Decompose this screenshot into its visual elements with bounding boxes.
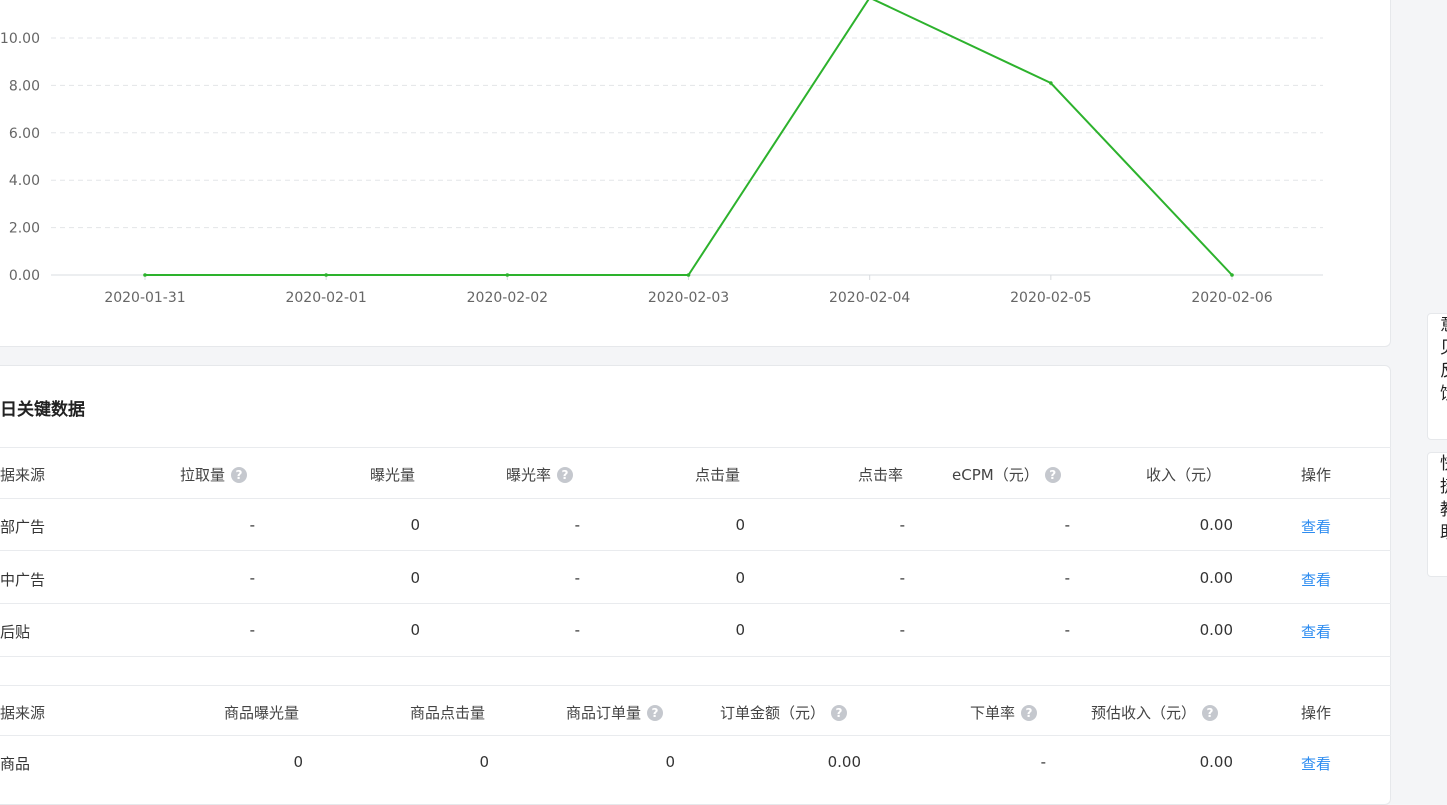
row-divider (0, 550, 1391, 551)
side-tab-char: 教 (1440, 499, 1447, 522)
y-tick-label: 2.00 (9, 221, 40, 237)
col-click-rate-header: 点击率 (857, 466, 903, 484)
table-cell-click-rate: - (899, 516, 905, 534)
table-cell-exposure: 0 (410, 568, 420, 587)
table-cell-goods-orders: 0 (665, 753, 675, 771)
table-cell-source: 后贴 (0, 623, 31, 641)
table-cell-revenue: 0.00 (1199, 568, 1233, 587)
side-tab-char: 意 (1440, 314, 1447, 337)
x-tick-label: 2020-02-06 (1191, 290, 1272, 306)
col-clicks-header: 点击量 (694, 466, 740, 484)
row-divider (0, 498, 1391, 499)
trend-line-chart: 0.00 2.00 4.00 6.00 8.00 10.00 2020-01-31 2020-… (0, 0, 1323, 306)
table-cell-exposure: 0 (410, 621, 420, 639)
col-goods-orders-header: 商品订单量? (566, 702, 664, 723)
table-cell-exposure-rate: - (574, 621, 580, 639)
y-tick-label: 6.00 (9, 126, 40, 142)
data-point (143, 273, 147, 277)
table-cell-est-revenue: 0.00 (1199, 753, 1233, 771)
data-point (324, 273, 328, 277)
series-line (145, 0, 1233, 276)
table-cell-pull: - (249, 568, 255, 587)
col-order-amount-header: 订单金额（元）? (720, 702, 848, 723)
help-icon[interactable]: ? (1044, 467, 1061, 483)
help-icon[interactable]: ? (647, 705, 664, 721)
table-cell-clicks: 0 (735, 516, 745, 534)
col-ecpm-header: eCPM（元）? (952, 464, 1061, 485)
table-cell-source: 商品 (0, 755, 31, 773)
table-cell-order-amount: 0.00 (827, 753, 861, 771)
row-divider (0, 602, 1391, 604)
table-cell-goods-clicks: 0 (479, 753, 489, 771)
feedback-side-tab[interactable]: 意见反馈 (1427, 313, 1447, 440)
side-tab-char: 反 (1440, 360, 1447, 383)
col-est-revenue-header: 预估收入（元）? (1091, 702, 1219, 723)
table-cell-pull: - (249, 621, 255, 639)
y-tick-label: 0.00 (9, 268, 40, 284)
y-tick-label: 10.00 (0, 31, 40, 47)
x-tick-label: 2020-01-31 (104, 290, 185, 306)
table-cell-ecpm: - (1064, 621, 1070, 639)
x-tick-label: 2020-02-04 (829, 290, 910, 306)
view-link[interactable]: 查看 (1301, 516, 1331, 537)
x-tick-label: 2020-02-02 (467, 290, 548, 306)
table-cell-goods-exposure: 0 (293, 753, 303, 771)
data-point (505, 273, 510, 277)
help-icon[interactable]: ? (831, 705, 848, 721)
table-cell-ecpm: - (1064, 568, 1070, 587)
x-tick-label: 2020-02-05 (1010, 290, 1091, 306)
col-exposure-rate-header: 曝光率? (506, 464, 574, 485)
table-cell-ecpm: - (1064, 516, 1070, 534)
table-cell-revenue: 0.00 (1199, 516, 1233, 534)
trend-chart-card: 0.00 2.00 4.00 6.00 8.00 10.00 2020-01-31 2020-… (0, 0, 1391, 347)
x-tick-label: 2020-02-01 (285, 290, 366, 306)
table-cell-pull: - (249, 516, 255, 534)
col-action-header: 操作 (1301, 466, 1332, 484)
col-source-header: 据来源 (0, 466, 46, 484)
data-point (1049, 81, 1053, 85)
help-icon[interactable]: ? (1021, 705, 1038, 721)
col-exposure-header: 曝光量 (369, 466, 415, 484)
table-cell-order-rate: - (1040, 753, 1046, 771)
side-tab-char: 见 (1440, 337, 1447, 360)
side-tab-char: 助 (1440, 522, 1447, 545)
col-action-header: 操作 (1301, 704, 1332, 722)
row-divider (0, 735, 1391, 736)
table-divider (0, 685, 1391, 686)
table-cell-exposure-rate: - (574, 568, 580, 587)
col-goods-clicks-header: 商品点击量 (409, 704, 485, 722)
col-order-rate-header: 下单率? (970, 702, 1038, 723)
table-cell-exposure: 0 (410, 516, 420, 534)
table-cell-source: 部广告 (0, 518, 46, 536)
view-link[interactable]: 查看 (1301, 621, 1331, 642)
data-point (686, 273, 691, 277)
table-cell-source: 中广告 (0, 570, 46, 589)
side-tab-char: 捷 (1440, 476, 1447, 499)
help-icon[interactable]: ? (557, 467, 574, 483)
table-cell-click-rate: - (899, 568, 905, 587)
y-tick-label: 8.00 (9, 78, 40, 94)
side-tab-char: 馈 (1440, 383, 1447, 406)
section-title: 日关键数据 (0, 400, 85, 420)
col-pull-header: 拉取量? (180, 464, 248, 485)
quick-help-side-tab[interactable]: 快捷教助 (1427, 452, 1447, 577)
table-cell-clicks: 0 (735, 568, 745, 587)
table-divider (0, 656, 1391, 657)
view-link[interactable]: 查看 (1301, 569, 1331, 590)
table-cell-exposure-rate: - (574, 516, 580, 534)
data-point (1230, 273, 1234, 277)
table-divider (0, 447, 1391, 448)
view-link[interactable]: 查看 (1301, 753, 1331, 774)
table-cell-click-rate: - (899, 621, 905, 639)
table-cell-clicks: 0 (735, 621, 745, 639)
x-tick-label: 2020-02-03 (648, 290, 729, 306)
side-tab-char: 快 (1440, 453, 1447, 476)
col-revenue-header: 收入（元） (1146, 466, 1222, 484)
col-goods-exposure-header: 商品曝光量 (223, 704, 299, 722)
help-icon[interactable]: ? (1202, 705, 1219, 721)
col-source-header: 据来源 (0, 704, 46, 722)
y-tick-label: 4.00 (9, 173, 40, 189)
table-cell-revenue: 0.00 (1199, 621, 1233, 639)
help-icon[interactable]: ? (231, 467, 248, 483)
